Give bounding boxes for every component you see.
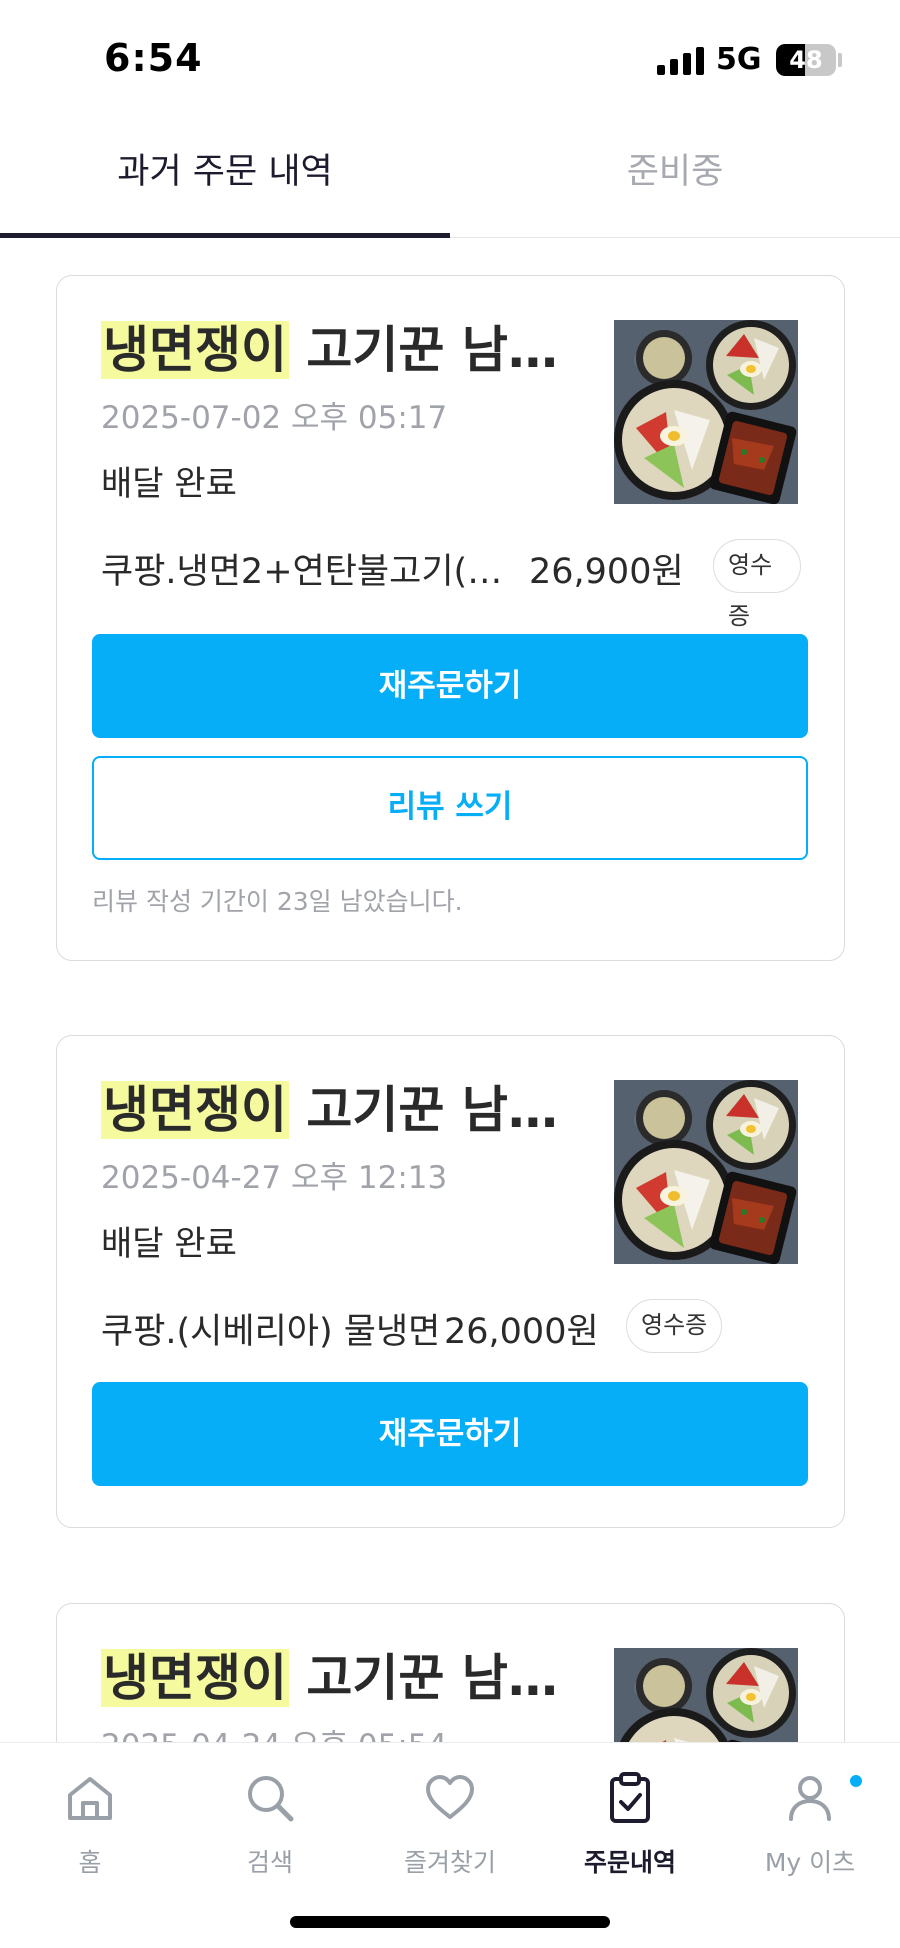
food-thumbnail[interactable] [614,1080,798,1264]
nav-my-eats[interactable]: My 이츠 [720,1757,900,1877]
order-card[interactable]: 냉면쟁이 고기꾼 남… 2025-07-02 오후 05:17 배달 완료 쿠팡… [56,275,845,961]
search-icon [248,1776,294,1822]
nav-label: 주문내역 [583,1848,676,1877]
battery-level: 48 [789,46,823,74]
nav-label: 즐겨찾기 [403,1848,496,1877]
nav-label: 홈 [78,1848,102,1877]
store-name-highlight: 냉면쟁이 [101,1649,289,1707]
food-thumbnail[interactable] [614,320,798,504]
store-name-rest: 고기꾼 남… [289,1081,558,1139]
order-status: 배달 완료 [101,1224,237,1264]
nav-label: My 이츠 [764,1848,856,1877]
order-item-row: 쿠팡.(시베리아) 물냉면 26,000원 영수증 [101,1299,801,1355]
store-name-highlight: 냉면쟁이 [101,321,289,379]
reorder-button[interactable]: 재주문하기 [92,1382,808,1486]
order-item-name: 쿠팡.냉면2+연탄불고기(1... [101,552,511,592]
heart-icon [426,1775,474,1819]
nav-label: 검색 [246,1848,293,1877]
store-name[interactable]: 냉면쟁이 고기꾼 남… [101,314,561,386]
tab-preparing[interactable]: 준비중 [450,120,900,238]
order-date: 2025-04-27 오후 12:13 [101,1160,448,1196]
order-item-row: 쿠팡.냉면2+연탄불고기(1... 26,900원 영수증 [101,539,801,630]
status-time: 6:54 [104,36,203,80]
nav-orders[interactable]: 주문내역 [540,1757,720,1877]
signal-icon [657,47,705,75]
status-bar: 6:54 5G 48 [0,0,900,120]
network-type: 5G [716,42,762,77]
reorder-button[interactable]: 재주문하기 [92,634,808,738]
order-card[interactable]: 냉면쟁이 고기꾼 남… 2025-04-27 오후 12:13 배달 완료 쿠팡… [56,1035,845,1528]
review-deadline-note: 리뷰 작성 기간이 23일 남았습니다. [92,887,463,916]
receipt-button[interactable]: 영수증 [626,1299,723,1353]
store-name-highlight: 냉면쟁이 [101,1081,289,1139]
order-list[interactable]: 냉면쟁이 고기꾼 남… 2025-07-02 오후 05:17 배달 완료 쿠팡… [0,238,900,1742]
battery-nub [838,53,842,67]
clipboard-check-icon [610,1772,650,1823]
person-icon [789,1776,831,1821]
store-name-rest: 고기꾼 남… [289,1649,558,1707]
battery-icon: 48 [776,44,836,76]
order-item-name: 쿠팡.(시베리아) 물냉면 [101,1312,441,1352]
order-card[interactable]: 냉면쟁이 고기꾼 남… 2025-04-24 오후 05:54 [56,1603,845,1742]
store-name[interactable]: 냉면쟁이 고기꾼 남… [101,1642,561,1714]
home-icon [68,1777,112,1820]
home-indicator [290,1916,610,1928]
write-review-button[interactable]: 리뷰 쓰기 [92,756,808,860]
store-name[interactable]: 냉면쟁이 고기꾼 남… [101,1074,561,1146]
order-price: 26,900원 [529,552,684,592]
store-name-rest: 고기꾼 남… [289,321,558,379]
tab-past-orders[interactable]: 과거 주문 내역 [0,120,450,238]
nav-home[interactable]: 홈 [0,1757,180,1877]
order-status: 배달 완료 [101,464,237,504]
order-date: 2025-04-24 오후 05:54 [101,1720,447,1742]
nav-favorites[interactable]: 즐겨찾기 [360,1757,540,1877]
nav-search[interactable]: 검색 [180,1757,360,1877]
order-price: 26,000원 [444,1312,599,1352]
notification-dot [850,1775,862,1787]
order-tabs: 과거 주문 내역 준비중 [0,120,900,238]
food-thumbnail[interactable] [614,1648,798,1742]
order-date: 2025-07-02 오후 05:17 [101,400,448,436]
receipt-button[interactable]: 영수증 [713,539,801,630]
order-history-screen: 6:54 5G 48 과거 주문 내역 준비중 냉면쟁이 고기꾼 남… 2025… [0,0,900,1948]
